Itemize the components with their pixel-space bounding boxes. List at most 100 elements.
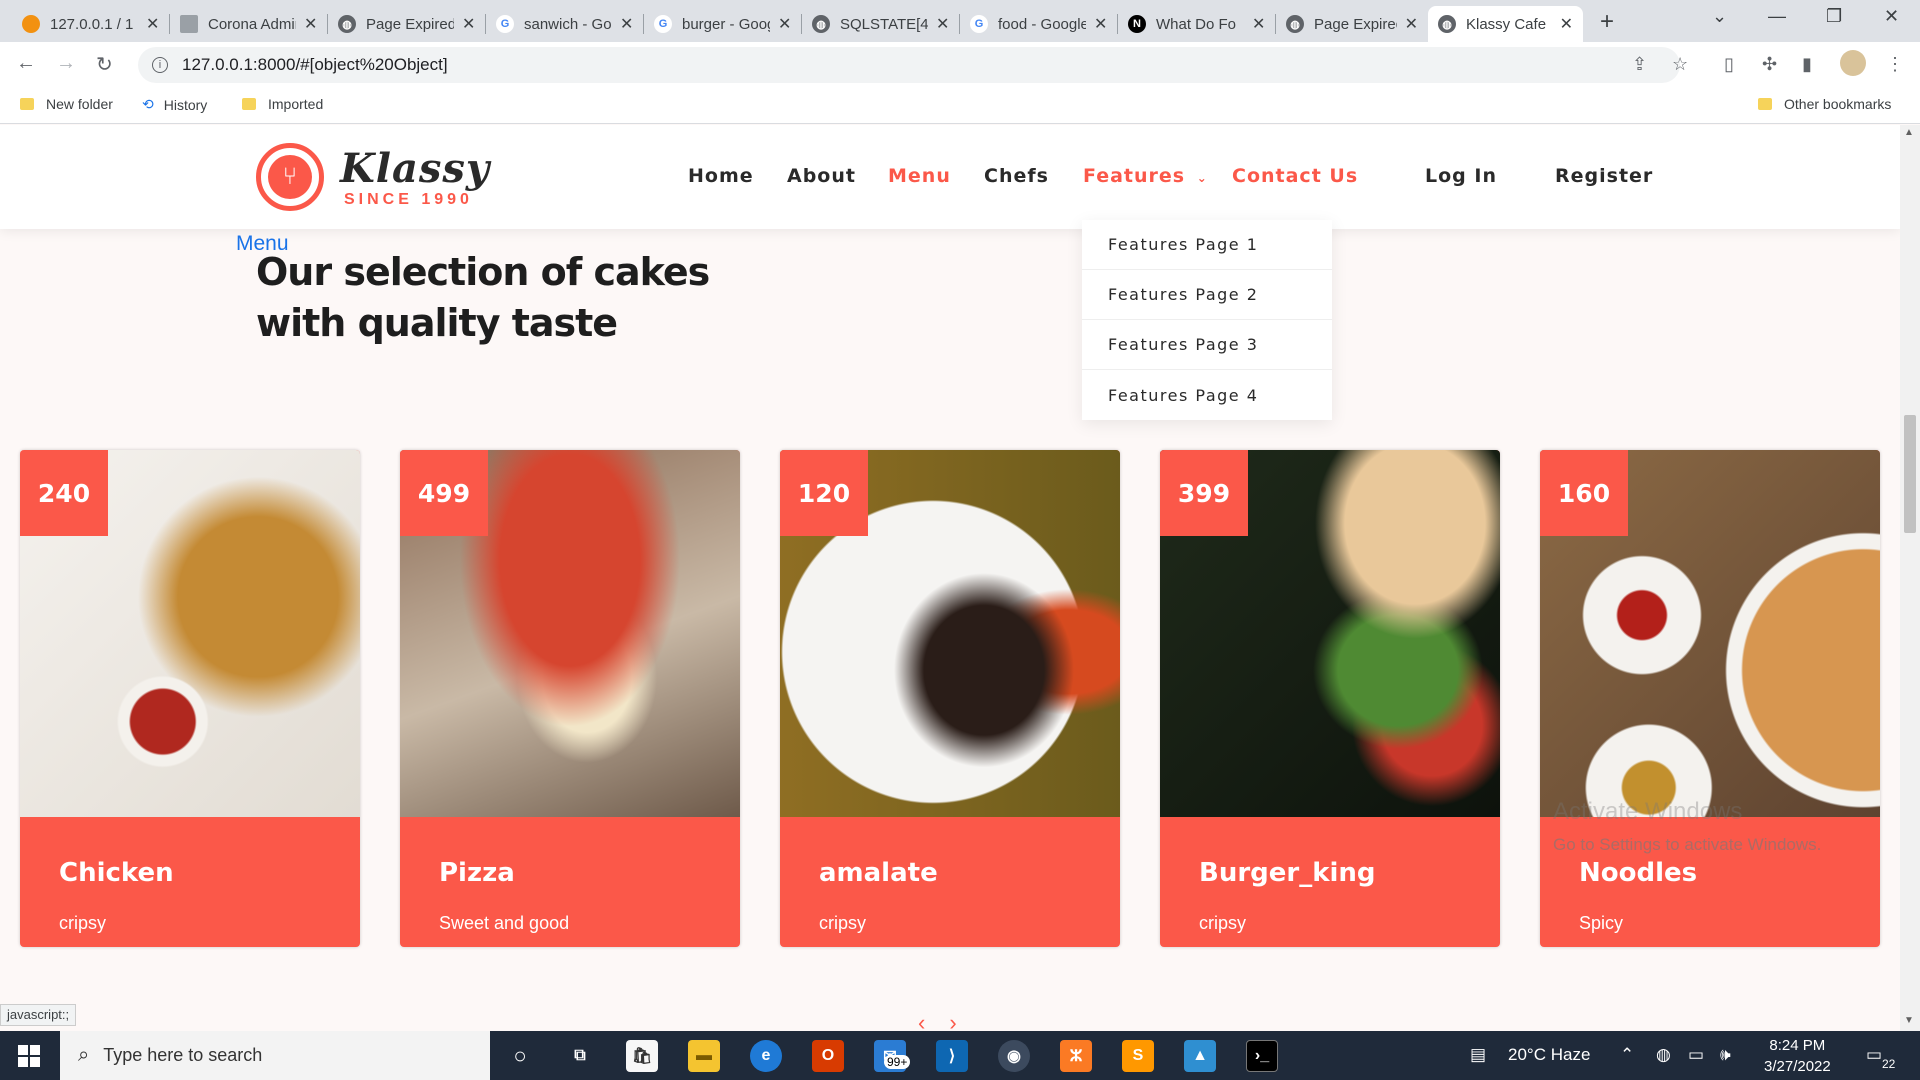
browser-tab[interactable]: G food - Google ✕ <box>960 6 1118 42</box>
browser-tab[interactable]: Corona Admin ✕ <box>170 6 328 42</box>
new-tab-button[interactable]: + <box>1600 8 1614 36</box>
close-tab-icon[interactable]: ✕ <box>1560 14 1573 34</box>
price-badge: 120 <box>780 450 868 536</box>
tab-search-icon[interactable]: ⌄ <box>1712 6 1727 27</box>
vscode-icon[interactable]: ⟩ <box>936 1040 968 1072</box>
item-description: Spicy <box>1579 913 1624 933</box>
cortana-icon[interactable]: ○ <box>504 1040 536 1072</box>
browser-toolbar: ← → ↻ i 127.0.0.1:8000/#[object%20Object… <box>0 42 1920 88</box>
reload-icon[interactable]: ↻ <box>96 52 113 77</box>
nav-log-in[interactable]: Log In <box>1425 165 1497 187</box>
globe-icon: ◍ <box>338 15 356 33</box>
scroll-down-icon[interactable]: ▼ <box>1904 1015 1914 1026</box>
item-name: Pizza <box>439 858 515 888</box>
browser-tab[interactable]: 127.0.0.1 / 1 ✕ <box>12 6 170 42</box>
logo-mark[interactable]: ⑂ <box>256 143 324 211</box>
close-window-icon[interactable]: ✕ <box>1884 6 1899 27</box>
other-bookmarks[interactable]: Other bookmarks <box>1758 96 1891 112</box>
network-globe-icon[interactable]: ◍ <box>1656 1045 1671 1065</box>
close-tab-icon[interactable]: ✕ <box>304 14 317 34</box>
windows-start-icon[interactable] <box>18 1045 40 1067</box>
page-scrollbar[interactable]: ▲ ▼ <box>1900 125 1920 1031</box>
browser-tab[interactable]: ◍ Page Expired ✕ <box>328 6 486 42</box>
tray-chevron-icon[interactable]: ⌃ <box>1620 1045 1634 1065</box>
side-panel-icon[interactable]: ▮ <box>1802 54 1812 75</box>
battery-icon[interactable]: ▭ <box>1688 1045 1704 1065</box>
nav-register[interactable]: Register <box>1555 165 1653 187</box>
menu-item-card[interactable]: 120 amalate cripsy <box>780 450 1120 947</box>
dropdown-item-features-page-4[interactable]: Features Page 4 <box>1082 370 1332 420</box>
browser-tab[interactable]: ◍ Page Expired ✕ <box>1276 6 1428 42</box>
system-clock[interactable]: 8:24 PM 3/27/2022 <box>1764 1035 1831 1077</box>
scroll-thumb[interactable] <box>1904 415 1916 533</box>
nav-chefs[interactable]: Chefs <box>984 165 1049 187</box>
nav-menu[interactable]: Menu <box>888 165 951 187</box>
sublime-icon[interactable]: S <box>1122 1040 1154 1072</box>
activate-windows-subtitle: Go to Settings to activate Windows. <box>1553 835 1822 854</box>
weather-text[interactable]: 20°C Haze <box>1508 1045 1590 1065</box>
close-tab-icon[interactable]: ✕ <box>462 14 475 34</box>
close-tab-icon[interactable]: ✕ <box>146 14 159 34</box>
menu-item-card[interactable]: 499 Pizza Sweet and good <box>400 450 740 947</box>
extension-page-icon[interactable]: ▯ <box>1724 54 1734 75</box>
bookmark-history[interactable]: ⟲ History <box>142 96 207 113</box>
restore-icon[interactable]: ❐ <box>1826 6 1842 27</box>
task-view-icon[interactable]: ⧉ <box>564 1040 596 1072</box>
globe-icon: ◍ <box>1286 15 1304 33</box>
close-tab-icon[interactable]: ✕ <box>1252 14 1265 34</box>
menu-item-card[interactable]: 160 Noodles Spicy <box>1540 450 1880 947</box>
profile-avatar[interactable] <box>1840 50 1866 76</box>
price-badge: 240 <box>20 450 108 536</box>
file-explorer-icon[interactable]: ▬ <box>688 1040 720 1072</box>
dropdown-item-features-page-1[interactable]: Features Page 1 <box>1082 220 1332 270</box>
more-menu-icon[interactable]: ⋮ <box>1886 54 1904 75</box>
browser-tab[interactable]: G burger - Google✕ <box>644 6 802 42</box>
browser-tab[interactable]: G sanwich - Google✕ <box>486 6 644 42</box>
nav-contact-us[interactable]: Contact Us <box>1232 165 1358 187</box>
globe-icon: ◍ <box>812 15 830 33</box>
terminal-icon[interactable]: ›_ <box>1246 1040 1278 1072</box>
address-bar[interactable]: i 127.0.0.1:8000/#[object%20Object] <box>138 47 1680 83</box>
chrome-icon[interactable]: ◉ <box>998 1040 1030 1072</box>
notifications-icon[interactable]: ▭ <box>1866 1045 1882 1065</box>
bookmark-new-folder[interactable]: New folder <box>20 96 113 112</box>
bookmark-star-icon[interactable]: ☆ <box>1672 54 1688 75</box>
volume-icon[interactable]: 🕪 <box>1720 1045 1731 1065</box>
menu-item-card[interactable]: 399 Burger_king cripsy <box>1160 450 1500 947</box>
photos-icon[interactable]: ▲ <box>1184 1040 1216 1072</box>
folder-icon <box>1758 98 1772 110</box>
back-icon[interactable]: ← <box>16 52 36 75</box>
bookmark-imported[interactable]: Imported <box>242 96 323 112</box>
close-tab-icon[interactable]: ✕ <box>1094 14 1107 34</box>
bookmarks-bar: New folder ⟲ History Imported Other book… <box>0 88 1920 124</box>
taskbar-search[interactable]: ⌕ Type here to search <box>60 1031 490 1080</box>
item-name: Burger_king <box>1199 858 1376 888</box>
xampp-icon[interactable]: ⵣ <box>1060 1040 1092 1072</box>
browser-tab[interactable]: ◍ SQLSTATE[4 ✕ <box>802 6 960 42</box>
close-tab-icon[interactable]: ✕ <box>620 14 633 34</box>
browser-tab-active[interactable]: ◍ Klassy Cafe ✕ <box>1428 6 1583 42</box>
edge-icon[interactable]: e <box>750 1040 782 1072</box>
menu-item-card[interactable]: 240 Chicken cripsy <box>20 450 360 947</box>
site-info-icon[interactable]: i <box>152 57 168 73</box>
close-tab-icon[interactable]: ✕ <box>778 14 791 34</box>
scroll-up-icon[interactable]: ▲ <box>1904 127 1914 138</box>
weather-icon[interactable]: ▤ <box>1470 1045 1486 1065</box>
share-icon[interactable]: ⇪ <box>1632 54 1647 75</box>
store-icon[interactable]: 🛍 <box>626 1040 658 1072</box>
close-tab-icon[interactable]: ✕ <box>936 14 949 34</box>
close-tab-icon[interactable]: ✕ <box>1405 14 1418 34</box>
minimize-icon[interactable]: — <box>1768 6 1786 27</box>
price-badge: 399 <box>1160 450 1248 536</box>
nav-features[interactable]: Features ⌄ <box>1083 165 1208 187</box>
office-icon[interactable]: O <box>812 1040 844 1072</box>
extensions-puzzle-icon[interactable]: ✣ <box>1762 54 1777 75</box>
forward-icon[interactable]: → <box>56 52 76 75</box>
dropdown-item-features-page-2[interactable]: Features Page 2 <box>1082 270 1332 320</box>
nav-about[interactable]: About <box>787 165 856 187</box>
browser-tab[interactable]: N What Do Fo ✕ <box>1118 6 1276 42</box>
dropdown-item-features-page-3[interactable]: Features Page 3 <box>1082 320 1332 370</box>
nav-home[interactable]: Home <box>688 165 754 187</box>
logo-text[interactable]: Klassy <box>340 145 490 192</box>
item-description: Sweet and good <box>439 913 570 933</box>
